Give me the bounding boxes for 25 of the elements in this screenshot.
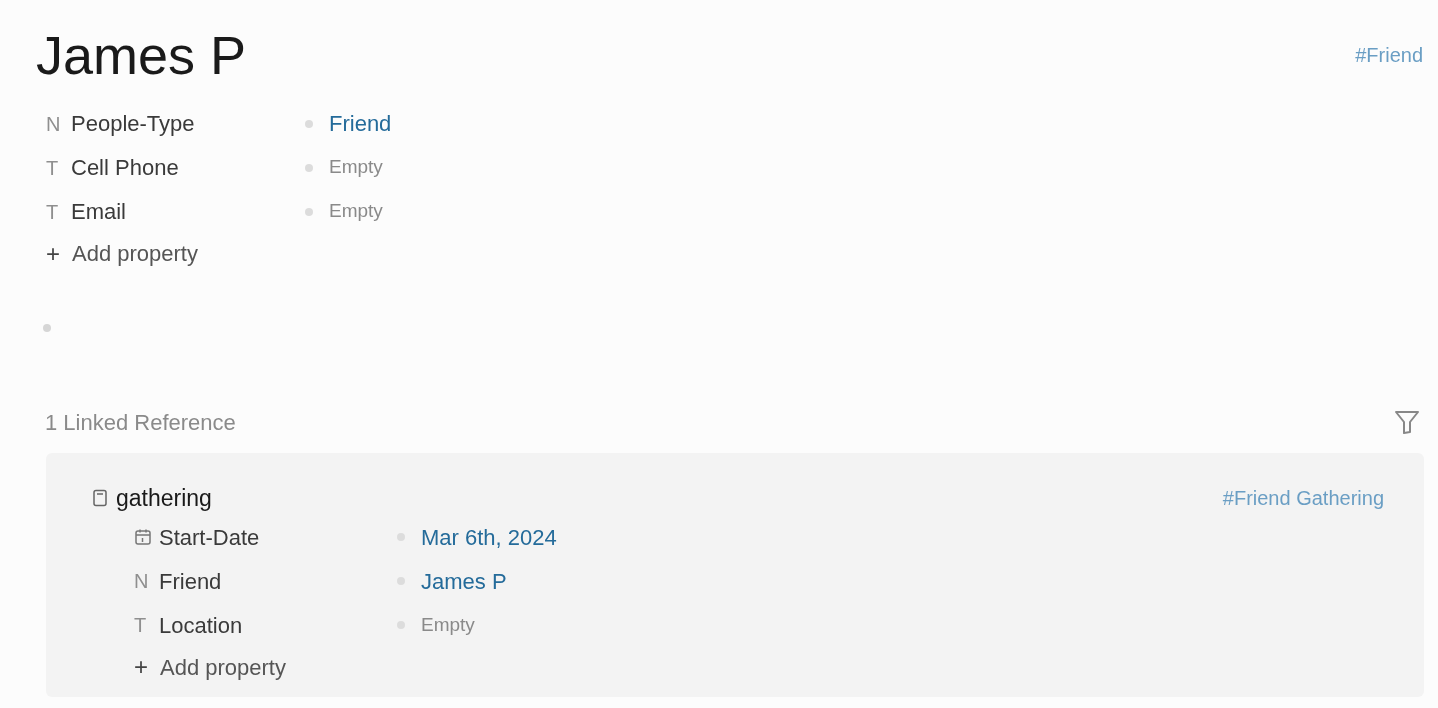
property-name[interactable]: Email [71,195,126,228]
linked-references-heading: 1 Linked Reference [45,408,236,437]
add-property-button[interactable]: + Add property [134,647,286,687]
property-name[interactable]: Cell Phone [71,151,179,184]
property-type-icon: T [46,157,59,178]
property-name[interactable]: People-Type [71,107,195,140]
bullet-icon [305,163,313,172]
property-value-link[interactable]: James P [421,564,507,598]
property-name[interactable]: Friend [159,564,222,598]
property-name[interactable]: Location [159,608,243,642]
bullet-icon [305,119,313,128]
page-title: James P [36,24,247,87]
page-icon [92,488,108,507]
property-name[interactable]: Start-Date [159,520,260,554]
property-type-icon: T [46,201,59,222]
property-type-icon: T [134,615,147,635]
add-property-button[interactable]: + Add property [46,233,198,274]
property-value-link[interactable]: Friend [329,107,392,140]
filter-icon[interactable] [1394,409,1420,435]
property-type-icon: N [46,113,61,134]
bullet-icon [305,207,313,216]
reference-page-title[interactable]: gathering [116,480,212,515]
calendar-icon [134,528,152,546]
property-type-icon: N [134,571,149,591]
property-value-link[interactable]: Mar 6th, 2024 [421,520,557,554]
